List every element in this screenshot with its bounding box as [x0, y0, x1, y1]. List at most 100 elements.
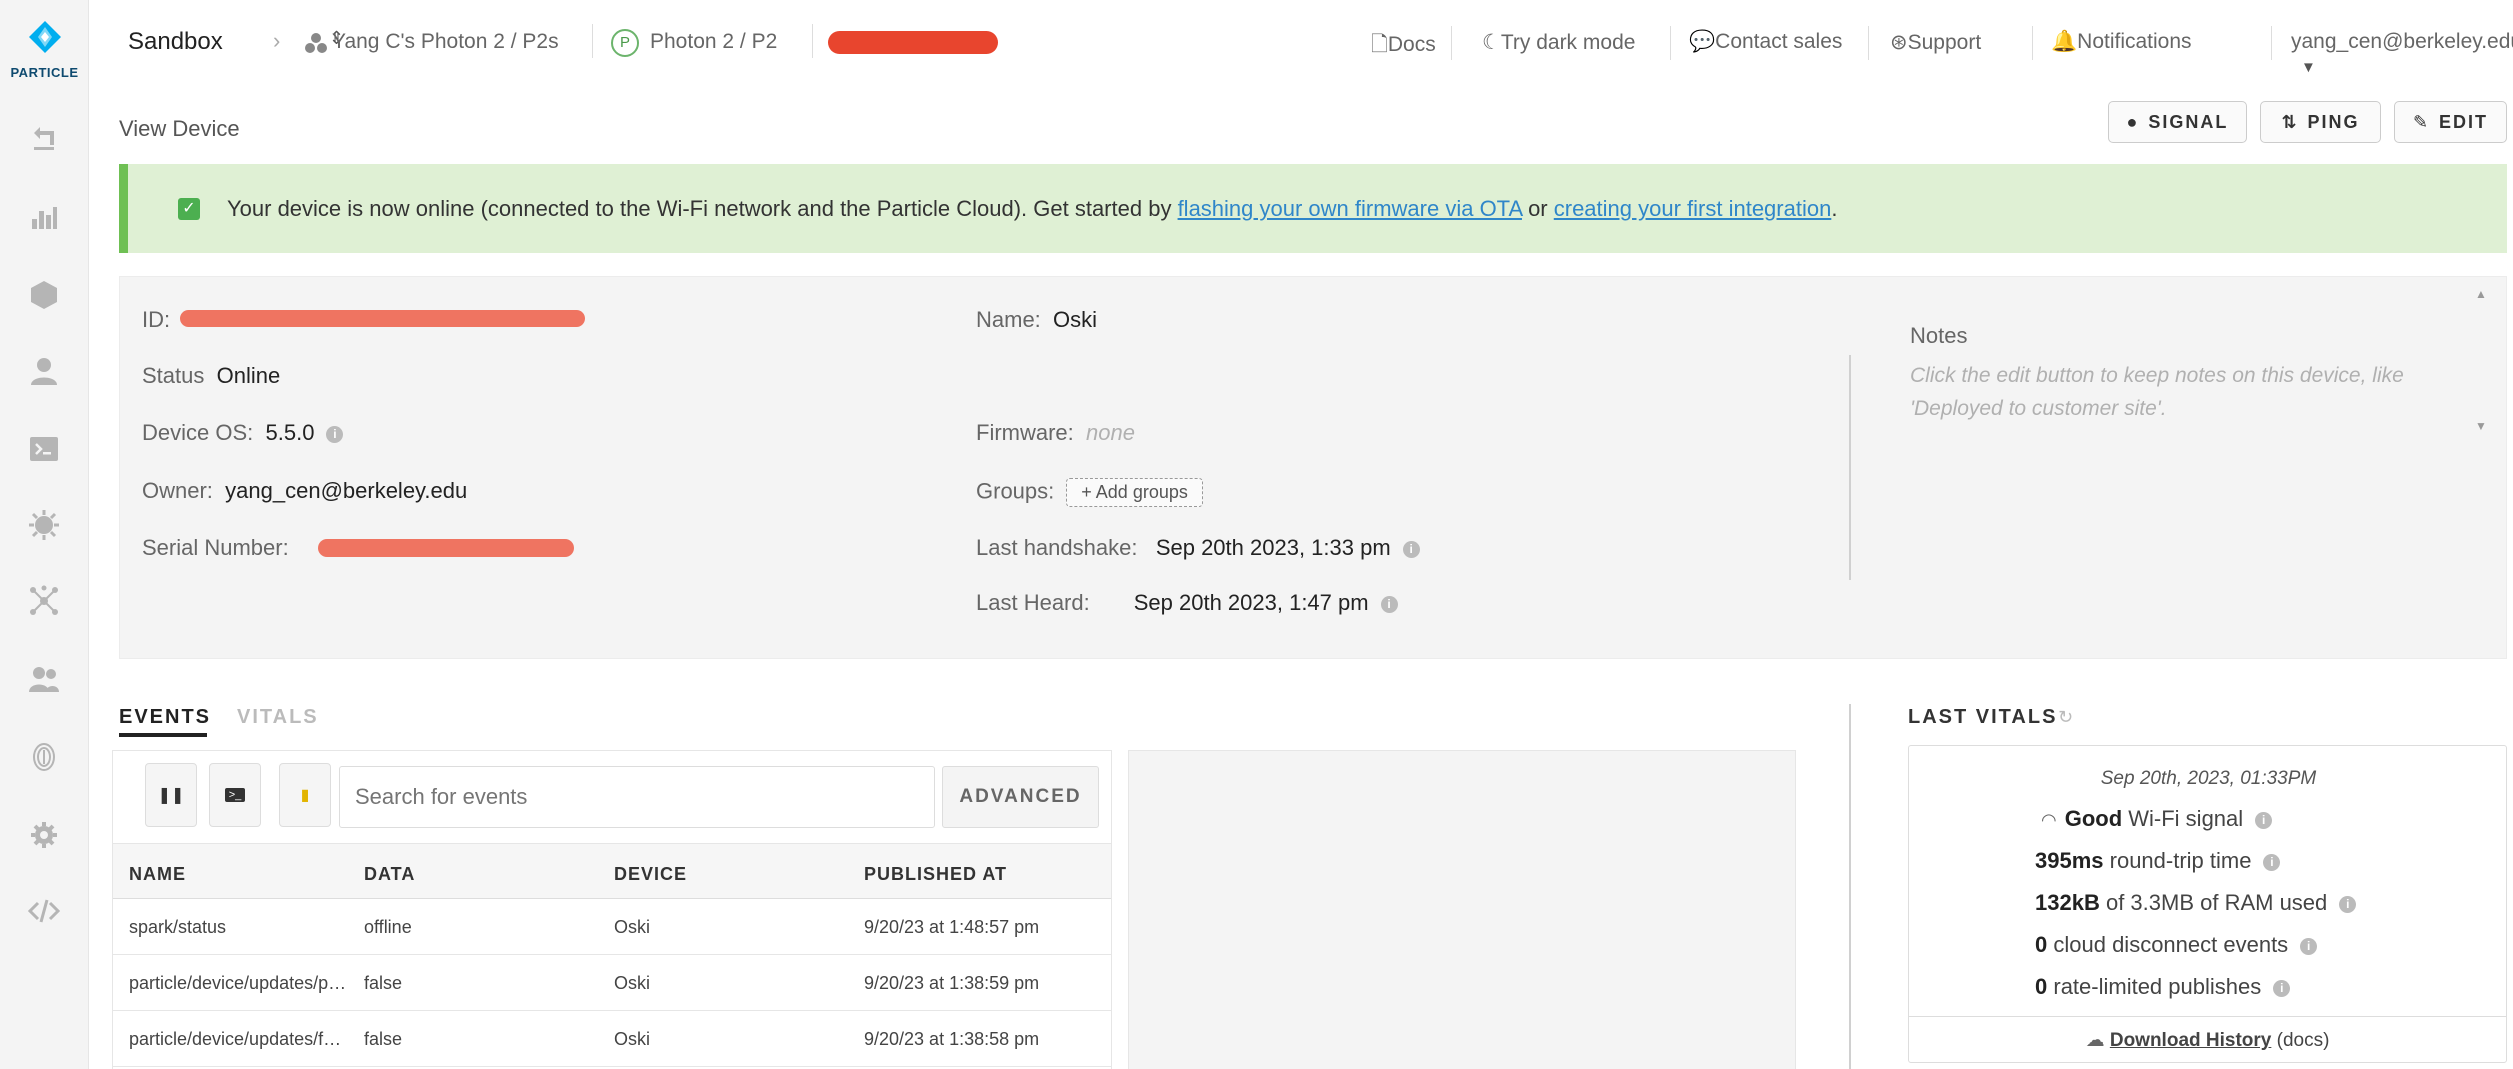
notes-scrollbar[interactable]: ▲ ▼ [2470, 287, 2492, 447]
status-field: Status Online [142, 363, 281, 388]
terminal-icon[interactable] [27, 432, 61, 466]
table-row[interactable]: particle/device/updates/forced false Osk… [113, 1012, 1111, 1067]
info-icon[interactable]: i [326, 425, 344, 443]
bell-icon: 🔔 [2051, 30, 2078, 53]
info-icon[interactable]: i [2263, 853, 2281, 871]
device-id-field: ID: [142, 307, 171, 332]
edit-button[interactable]: ✎ EDIT [2394, 101, 2507, 143]
signal-button[interactable]: ● SIGNAL [2108, 101, 2247, 143]
platform-badge: P [611, 29, 639, 57]
event-name: spark/status [129, 917, 227, 937]
banner-message: Your device is now online (connected to … [227, 196, 1838, 221]
team-icon[interactable] [27, 662, 61, 696]
settings-icon[interactable] [27, 818, 61, 852]
active-tab-indicator [119, 733, 207, 737]
cube-icon[interactable] [27, 278, 61, 312]
event-data: offline [364, 917, 412, 937]
docs-link[interactable]: 🗋Docs [1371, 30, 1436, 65]
search-events-input[interactable] [339, 766, 935, 828]
heard-value: Sep 20th 2023, 1:47 pm [1133, 590, 1369, 615]
info-icon[interactable]: i [2300, 937, 2318, 955]
download-history-link[interactable]: Download History [2110, 1030, 2272, 1051]
create-integration-link[interactable]: creating your first integration [1554, 196, 1832, 221]
info-icon[interactable]: i [2273, 979, 2291, 997]
pause-icon: ❚❚ [157, 787, 185, 804]
table-row[interactable]: particle/device/updates/pending false Os… [113, 956, 1111, 1011]
serial-field: Serial Number: [142, 535, 289, 560]
pencil-icon: ✎ [2412, 111, 2431, 132]
events-table-header: NAME DATA DEVICE PUBLISHED AT [113, 843, 1111, 899]
checkbox-icon: ✓ [178, 198, 200, 220]
refresh-icon[interactable]: ↻ [2058, 707, 2073, 728]
disconnect-vital: 0 cloud disconnect events i [2035, 932, 2318, 958]
event-published: 9/20/23 at 1:38:59 pm [864, 973, 1040, 993]
info-icon[interactable]: i [1402, 540, 1420, 558]
add-groups-button[interactable]: + Add groups [1066, 478, 1203, 507]
divider [1849, 355, 1851, 580]
code-icon[interactable] [27, 894, 61, 928]
info-icon[interactable]: i [2255, 811, 2273, 829]
clear-button[interactable]: ▮ [279, 763, 331, 827]
redacted-serial-value [318, 539, 574, 557]
vitals-footer: ☁ Download History (docs) [1909, 1016, 2506, 1063]
event-published: 9/20/23 at 1:48:57 pm [864, 917, 1040, 937]
analytics-icon[interactable] [27, 200, 61, 234]
back-icon[interactable] [27, 122, 61, 156]
tab-vitals[interactable]: VITALS [237, 706, 319, 729]
sidebar: PARTICLE [0, 0, 89, 1069]
advanced-button[interactable]: ADVANCED [942, 766, 1099, 828]
owner-field: Owner: yang_cen@berkeley.edu [142, 478, 468, 503]
terminal-button[interactable]: >_ [209, 763, 261, 827]
event-device: Oski [614, 917, 650, 937]
divider [1451, 26, 1452, 60]
logo-text: PARTICLE [10, 65, 79, 80]
status-value: Online [216, 363, 281, 388]
handshake-value: Sep 20th 2023, 1:33 pm [1155, 535, 1391, 560]
last-vitals-card: Sep 20th, 2023, 01:33PM ◠ Good Wi-Fi sign… [1908, 745, 2507, 1063]
info-icon[interactable]: i [1380, 595, 1398, 613]
fingerprint-icon[interactable] [27, 740, 61, 774]
scroll-up-icon[interactable]: ▲ [2470, 287, 2492, 301]
table-row[interactable]: spark/status offline Oski 9/20/23 at 1:4… [113, 900, 1111, 955]
column-header: NAME [129, 864, 186, 884]
integrations-icon[interactable] [27, 508, 61, 542]
contact-sales-link[interactable]: 💬Contact sales [1689, 30, 1842, 54]
doc-icon: 🗋 [1371, 33, 1388, 56]
user-menu[interactable]: yang_cen@berkeley.edu ▼ [2291, 30, 2513, 78]
event-name: particle/device/updates/pending [129, 973, 349, 993]
dark-mode-link[interactable]: ☾Try dark mode [1482, 30, 1635, 55]
tab-events[interactable]: EVENTS [119, 706, 211, 729]
notes-title: Notes [1910, 323, 1968, 348]
divider [812, 24, 813, 58]
round-trip-vital: 395ms round-trip time i [2035, 848, 2281, 874]
events-panel: ❚❚ >_ ▮ ADVANCED NAME DATA DEVICE PUBLIS… [112, 750, 1112, 1069]
org-switcher[interactable]: Sandbox [128, 28, 223, 56]
ram-vital: 132kB of 3.3MB of RAM used i [2035, 890, 2357, 916]
network-icon[interactable] [27, 584, 61, 618]
flash-firmware-link[interactable]: flashing your own firmware via OTA [1178, 196, 1522, 221]
divider [2271, 26, 2272, 60]
pause-button[interactable]: ❚❚ [145, 763, 197, 827]
wifi-icon: ◠ [2041, 810, 2057, 830]
bulb-icon: ● [2126, 111, 2140, 132]
lifebuoy-icon: ⊛ [1890, 31, 1908, 54]
particle-logo[interactable]: PARTICLE [0, 20, 89, 80]
notifications-link[interactable]: 🔔Notifications [2051, 30, 2192, 54]
last-heard-field: Last Heard: Sep 20th 2023, 1:47 pm i [976, 590, 1398, 616]
support-link[interactable]: ⊛Support [1890, 30, 1981, 55]
particle-logo-icon [28, 21, 61, 53]
platform-breadcrumb[interactable]: Photon 2 / P2 [650, 30, 777, 54]
redacted-device-id [828, 31, 998, 54]
os-value: 5.5.0 [265, 420, 315, 445]
ping-button[interactable]: ⇅ PING [2260, 101, 2381, 143]
event-device: Oski [614, 1029, 650, 1049]
top-nav: Sandbox ⇕ › Yang C's Photon 2 / P2s P Ph… [89, 0, 2513, 84]
scroll-down-icon[interactable]: ▼ [2470, 419, 2492, 433]
docs-link[interactable]: (docs) [2277, 1030, 2330, 1051]
device-info-panel: ID: Status Online Device OS: 5.5.0 i Owne… [119, 276, 2507, 659]
info-icon[interactable]: i [2339, 895, 2357, 913]
trash-icon: ▮ [300, 787, 310, 804]
terminal-icon: >_ [224, 788, 246, 802]
redacted-id-value [180, 310, 585, 327]
user-icon[interactable] [27, 354, 61, 388]
